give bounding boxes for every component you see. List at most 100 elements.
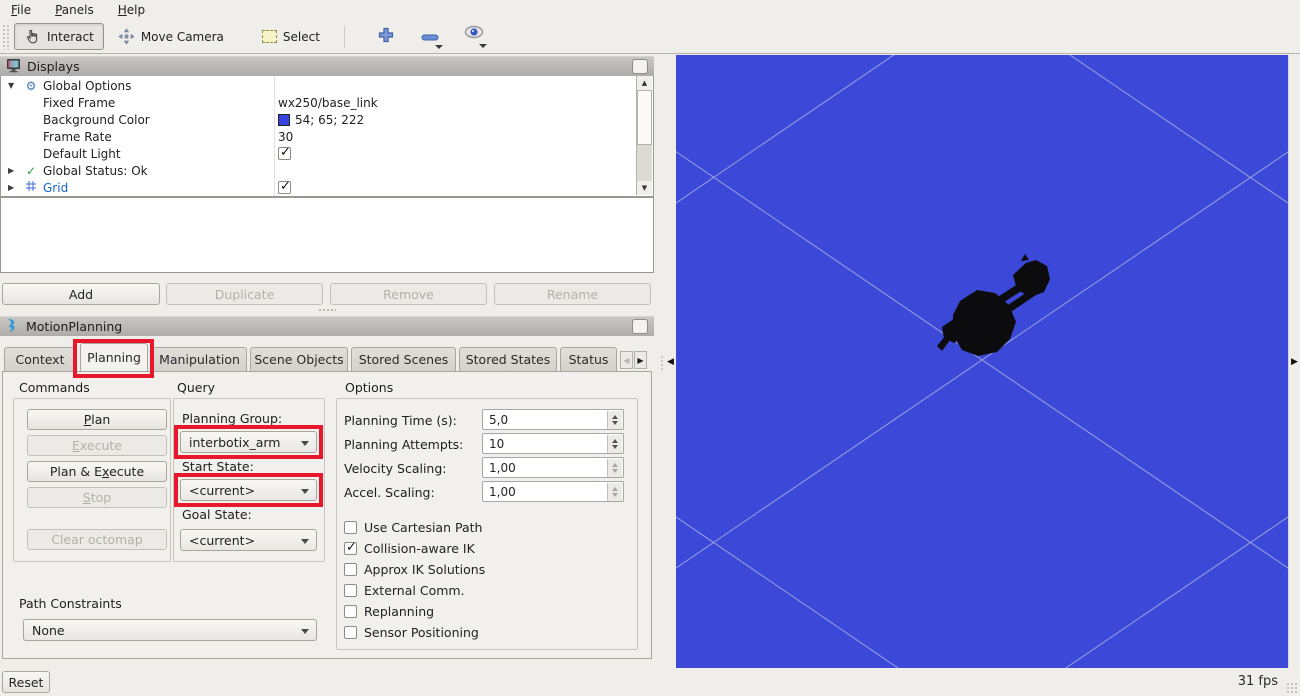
tab-status[interactable]: Status xyxy=(560,347,617,371)
move-camera-tool-button[interactable]: Move Camera xyxy=(108,23,234,50)
tree-row-fixed-frame[interactable]: Fixed Frame wx250/base_link xyxy=(1,94,638,111)
scrollbar[interactable]: ▲ ▼ xyxy=(636,76,652,195)
checkbox[interactable] xyxy=(344,626,357,639)
displays-tree[interactable]: ▼ ⚙ Global Options Fixed Frame wx250/bas… xyxy=(0,76,654,197)
interact-tool-button[interactable]: Interact xyxy=(14,23,104,50)
stop-button[interactable]: Stop xyxy=(27,487,167,508)
resize-grip[interactable] xyxy=(1286,682,1298,694)
execute-button[interactable]: Execute xyxy=(27,435,167,456)
checkbox[interactable] xyxy=(278,147,291,160)
clear-octomap-button-label: Clear octomap xyxy=(51,532,143,547)
checkbox[interactable] xyxy=(344,521,357,534)
path-constraints-dropdown[interactable]: None xyxy=(23,619,317,641)
scroll-up-icon[interactable]: ▲ xyxy=(637,76,652,90)
sensor-positioning-row[interactable]: Sensor Positioning xyxy=(344,625,479,640)
approx-ik-solutions-row[interactable]: Approx IK Solutions xyxy=(344,562,485,577)
zoom-out-tool-button[interactable] xyxy=(417,25,443,49)
property-value[interactable]: wx250/base_link xyxy=(278,96,378,110)
tab-stored-scenes[interactable]: Stored Scenes xyxy=(351,347,456,371)
path-constraints-value: None xyxy=(32,623,65,638)
tree-row-background-color[interactable]: Background Color 54; 65; 222 xyxy=(1,111,638,128)
checkbox[interactable] xyxy=(344,542,357,555)
toolbar-drag-handle[interactable] xyxy=(2,24,10,50)
add-display-button[interactable]: Add xyxy=(2,283,160,305)
goal-state-dropdown[interactable]: <current> xyxy=(180,529,317,551)
tab-label: Scene Objects xyxy=(254,352,343,367)
tree-row-global-options[interactable]: ▼ ⚙ Global Options xyxy=(1,77,638,94)
chevron-down-icon[interactable] xyxy=(435,45,443,49)
toolbar-separator xyxy=(344,26,345,48)
planning-time-label: Planning Time (s): xyxy=(344,413,457,428)
rename-display-button[interactable]: Rename xyxy=(494,283,651,305)
expander-down-icon[interactable]: ▼ xyxy=(8,81,14,90)
expander-right-icon[interactable]: ▶ xyxy=(8,166,14,175)
clear-octomap-button[interactable]: Clear octomap xyxy=(27,529,167,550)
plan-and-execute-button[interactable]: Plan & Execute xyxy=(27,461,167,482)
remove-display-button[interactable]: Remove xyxy=(330,283,487,305)
start-state-dropdown[interactable]: <current> xyxy=(180,479,317,501)
tree-row-global-status[interactable]: ▶ ✓ Global Status: Ok xyxy=(1,162,638,179)
tree-row-grid[interactable]: ▶ Grid xyxy=(1,179,638,196)
planning-group-dropdown[interactable]: interbotix_arm xyxy=(180,431,317,453)
duplicate-display-button[interactable]: Duplicate xyxy=(166,283,323,305)
goal-state-value: <current> xyxy=(189,533,255,548)
tab-manipulation[interactable]: Manipulation xyxy=(152,347,247,371)
panel-splitter-handle[interactable] xyxy=(318,308,336,313)
tab-scene-objects[interactable]: Scene Objects xyxy=(250,347,348,371)
tab-label: Status xyxy=(569,352,609,367)
checkbox-label: External Comm. xyxy=(364,583,465,598)
collapse-left-icon[interactable]: ◀ xyxy=(667,357,674,367)
spinner-arrows-icon[interactable] xyxy=(607,435,622,453)
scroll-down-icon[interactable]: ▼ xyxy=(637,181,652,195)
scrollbar-thumb[interactable] xyxy=(637,90,652,145)
replanning-row[interactable]: Replanning xyxy=(344,604,434,619)
views-panel-collapsed-strip[interactable]: ▶ xyxy=(1288,55,1300,668)
options-heading: Options xyxy=(345,380,393,395)
checkbox[interactable] xyxy=(344,584,357,597)
tree-row-default-light[interactable]: Default Light xyxy=(1,145,638,162)
tab-planning[interactable]: Planning xyxy=(80,343,148,371)
checkbox[interactable] xyxy=(344,605,357,618)
menu-help[interactable]: Help xyxy=(115,2,148,18)
tab-stored-states[interactable]: Stored States xyxy=(459,347,557,371)
tab-scroll-right-icon[interactable]: ▶ xyxy=(634,351,647,369)
chevron-down-icon[interactable] xyxy=(479,44,487,48)
use-cartesian-path-row[interactable]: Use Cartesian Path xyxy=(344,520,482,535)
menu-file[interactable]: File xyxy=(8,2,34,18)
expand-right-icon[interactable]: ▶ xyxy=(1291,357,1298,367)
checkbox[interactable] xyxy=(278,181,291,194)
tree-row-frame-rate[interactable]: Frame Rate 30 xyxy=(1,128,638,145)
checkbox[interactable] xyxy=(344,563,357,576)
reset-button[interactable]: Reset xyxy=(2,671,50,693)
gear-icon: ⚙ xyxy=(24,79,38,93)
motionplanning-panel-header[interactable]: MotionPlanning xyxy=(0,316,654,336)
menu-panels[interactable]: Panels xyxy=(52,2,97,18)
velocity-scaling-spinbox[interactable]: 1,00 xyxy=(482,457,624,478)
property-value[interactable]: 30 xyxy=(278,130,293,144)
panel-float-button[interactable] xyxy=(632,319,648,334)
property-name: Global Options xyxy=(43,79,131,93)
collision-aware-ik-row[interactable]: Collision-aware IK xyxy=(344,541,475,556)
planning-attempts-value: 10 xyxy=(489,437,504,451)
accel-scaling-spinbox[interactable]: 1,00 xyxy=(482,481,624,502)
expander-right-icon[interactable]: ▶ xyxy=(8,183,14,192)
tab-scroll-left-icon[interactable]: ◀ xyxy=(620,351,633,369)
zoom-in-tool-button[interactable] xyxy=(373,27,399,46)
color-swatch[interactable] xyxy=(278,114,290,126)
spinner-arrows-icon[interactable] xyxy=(607,483,622,501)
displays-panel-header[interactable]: Displays xyxy=(0,56,654,76)
panel-float-button[interactable] xyxy=(632,59,648,74)
plan-button[interactable]: Plan xyxy=(27,409,167,430)
panel-splitter[interactable]: ◀ xyxy=(654,55,676,668)
rviz-3d-viewport[interactable] xyxy=(676,55,1288,668)
visibility-tool-button[interactable] xyxy=(461,25,487,48)
add-button-label: Add xyxy=(69,287,93,302)
select-tool-button[interactable]: Select xyxy=(252,23,330,50)
planning-attempts-spinbox[interactable]: 10 xyxy=(482,433,624,454)
planning-time-spinbox[interactable]: 5,0 xyxy=(482,409,624,430)
reset-button-label: Reset xyxy=(9,675,44,690)
external-comm-row[interactable]: External Comm. xyxy=(344,583,465,598)
spinner-arrows-icon[interactable] xyxy=(607,411,622,429)
tab-context[interactable]: Context xyxy=(4,347,76,371)
spinner-arrows-icon[interactable] xyxy=(607,459,622,477)
